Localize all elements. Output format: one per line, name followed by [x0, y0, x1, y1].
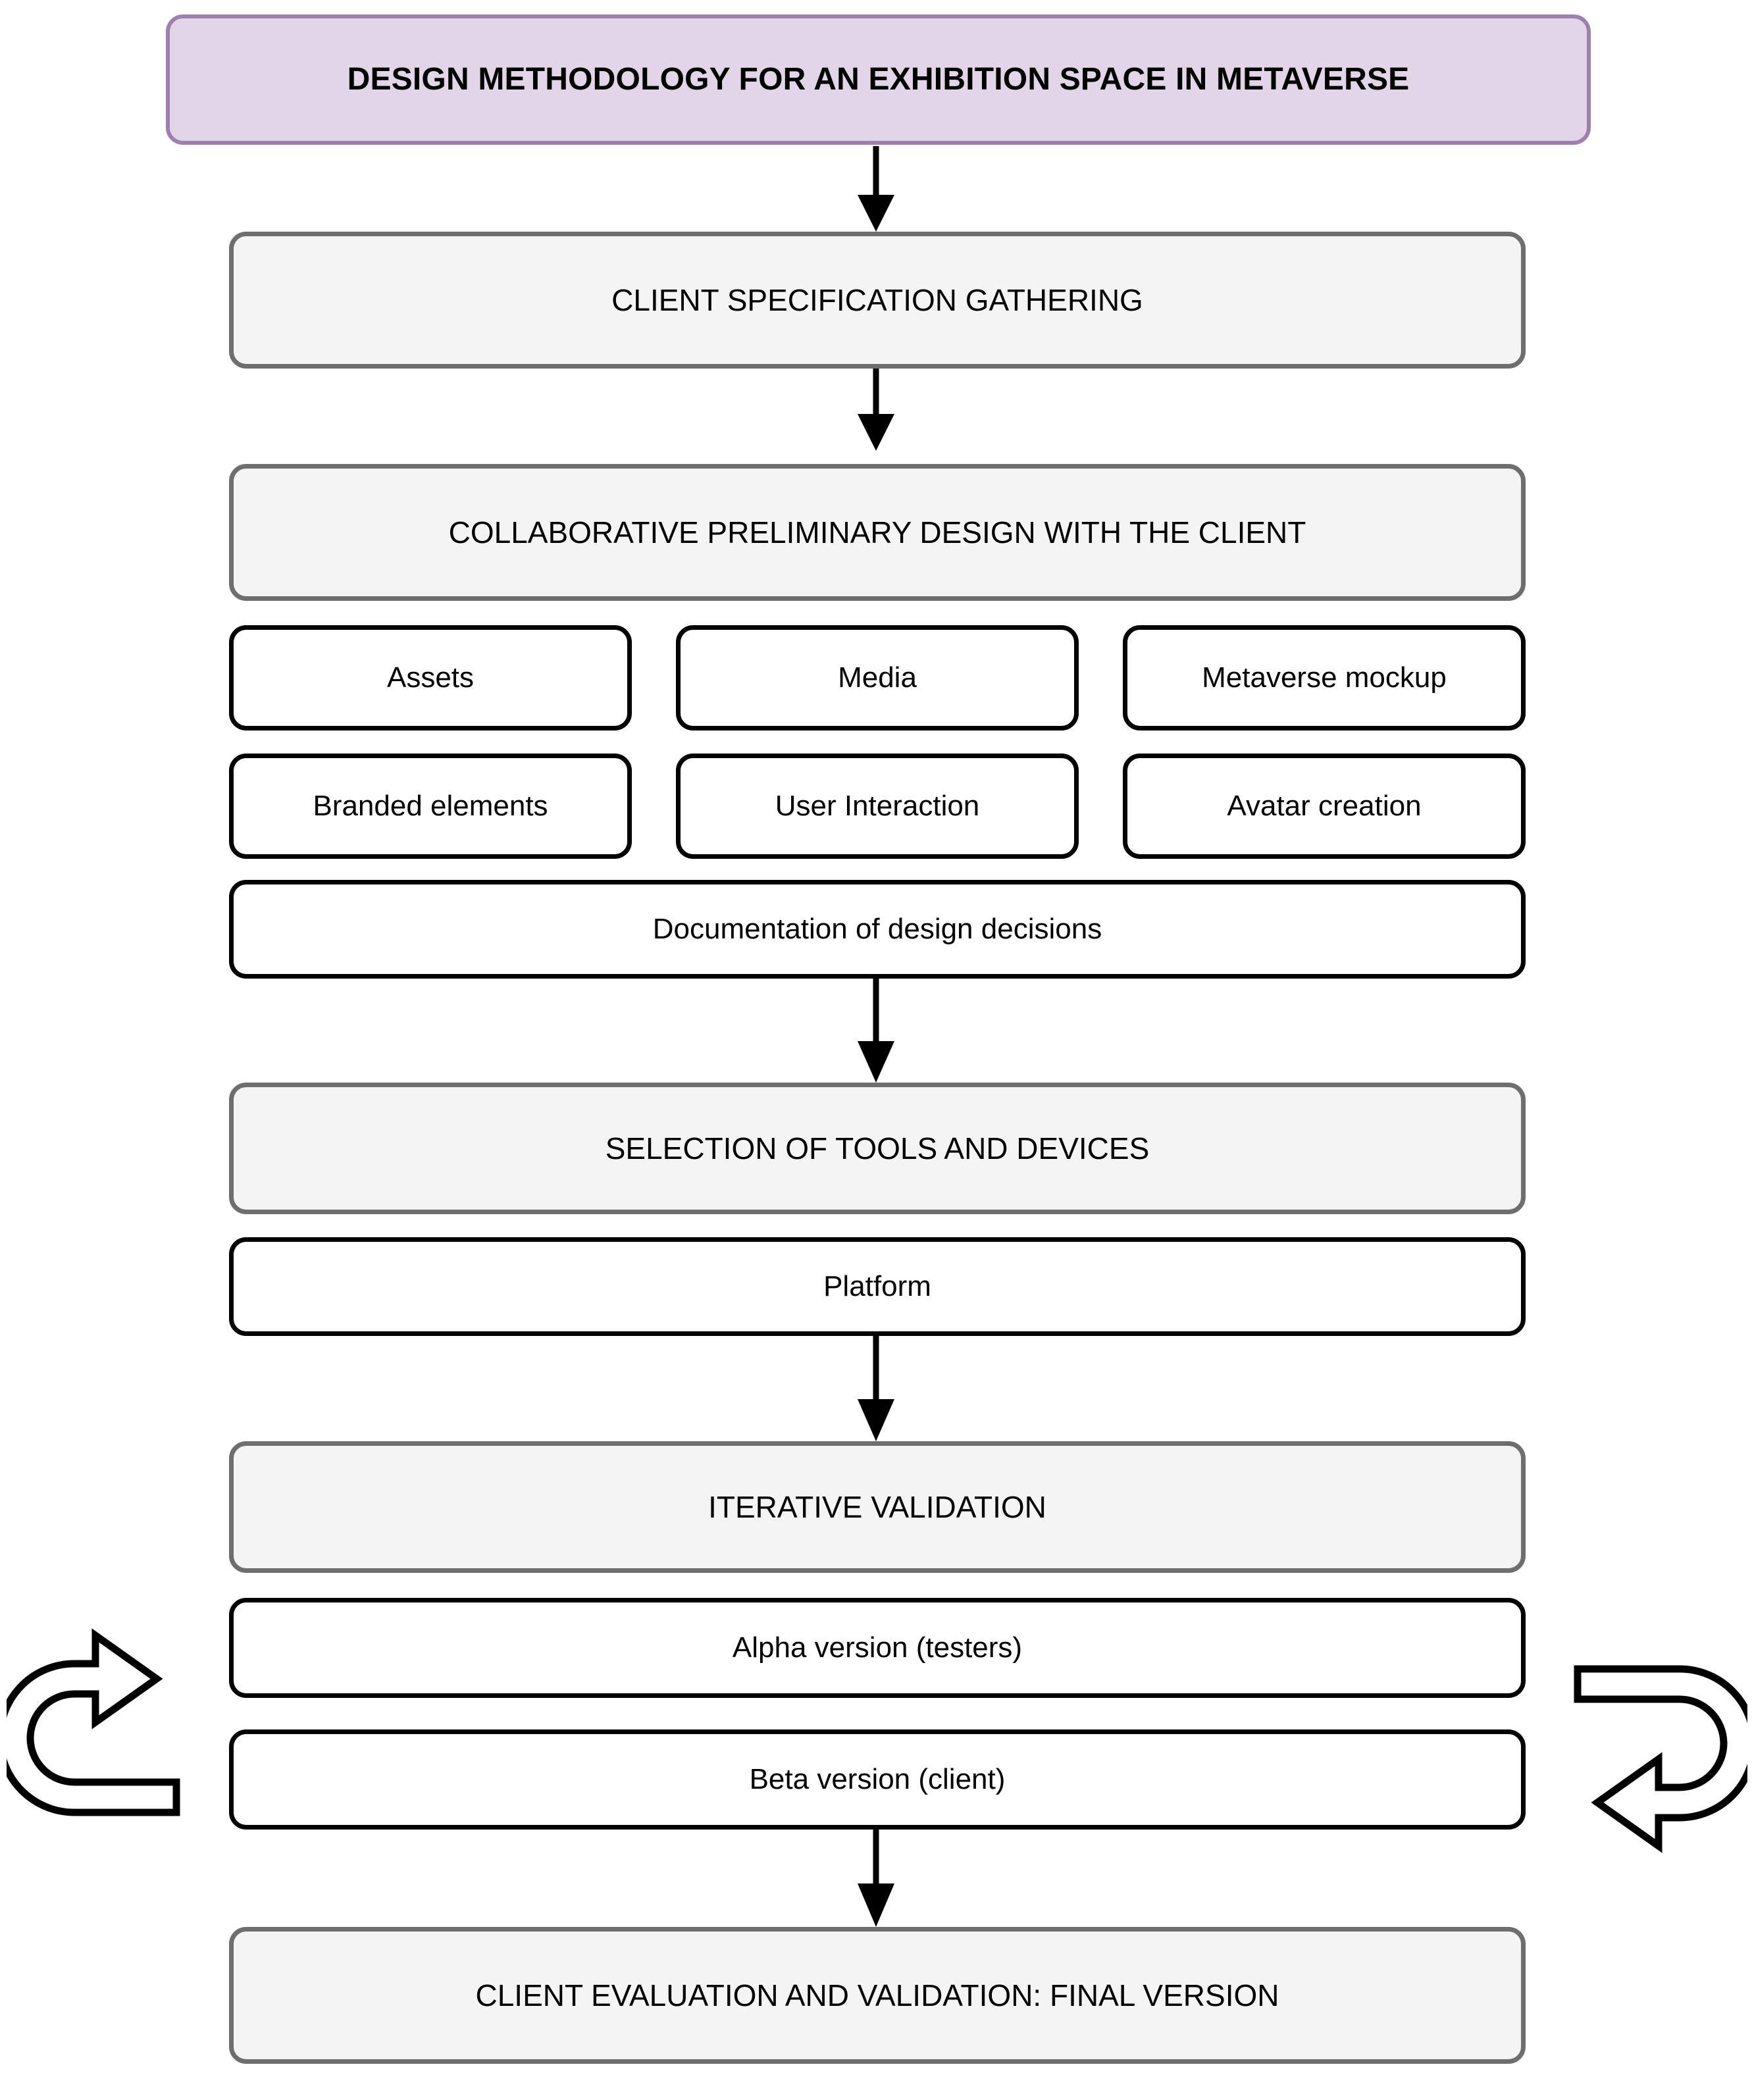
detail-label: Assets: [386, 661, 475, 694]
stage-label: COLLABORATIVE PRELIMINARY DESIGN WITH TH…: [448, 515, 1306, 550]
detail-box-documentation-of-design-decisions: Documentation of design decisions: [229, 880, 1526, 979]
detail-box-beta-version: Beta version (client): [229, 1729, 1526, 1830]
stage-box-client-evaluation-final-version: CLIENT EVALUATION AND VALIDATION: FINAL …: [229, 1927, 1526, 2064]
detail-box-assets: Assets: [229, 625, 632, 730]
detail-box-metaverse-mockup: Metaverse mockup: [1123, 625, 1526, 730]
stage-box-client-specification-gathering: CLIENT SPECIFICATION GATHERING: [229, 232, 1526, 369]
arrow-platform-to-iterative-validation: [858, 1335, 894, 1441]
detail-label: Alpha version (testers): [732, 1631, 1023, 1664]
detail-label: Avatar creation: [1227, 789, 1422, 822]
diagram-title-text: DESIGN METHODOLOGY FOR AN EXHIBITION SPA…: [347, 62, 1410, 97]
detail-box-user-interaction: User Interaction: [676, 754, 1079, 859]
stage-box-collaborative-preliminary-design: COLLABORATIVE PRELIMINARY DESIGN WITH TH…: [229, 464, 1526, 601]
stage-label: CLIENT SPECIFICATION GATHERING: [611, 282, 1143, 317]
loop-arrow-left-icon: [7, 1628, 180, 1816]
arrow-documentation-to-selection: [858, 975, 894, 1083]
detail-box-alpha-version: Alpha version (testers): [229, 1598, 1526, 1698]
loop-arrow-right-icon: [1574, 1665, 1747, 1853]
arrow-title-to-client-specification: [858, 146, 894, 232]
arrow-beta-to-client-evaluation: [858, 1830, 894, 1927]
detail-label: User Interaction: [775, 789, 980, 822]
arrow-client-specification-to-collaborative: [858, 369, 894, 451]
detail-label: Media: [838, 661, 917, 694]
detail-label: Beta version (client): [749, 1762, 1006, 1795]
diagram-title-box: DESIGN METHODOLOGY FOR AN EXHIBITION SPA…: [166, 14, 1591, 145]
flowchart-canvas: DESIGN METHODOLOGY FOR AN EXHIBITION SPA…: [0, 0, 1752, 2100]
stage-label: SELECTION OF TOOLS AND DEVICES: [605, 1131, 1150, 1165]
stage-box-iterative-validation: ITERATIVE VALIDATION: [229, 1441, 1526, 1573]
detail-box-platform: Platform: [229, 1237, 1526, 1336]
stage-box-selection-of-tools-and-devices: SELECTION OF TOOLS AND DEVICES: [229, 1083, 1526, 1214]
detail-label: Platform: [823, 1269, 931, 1302]
stage-label: ITERATIVE VALIDATION: [708, 1489, 1046, 1524]
detail-box-media: Media: [676, 625, 1079, 730]
detail-label: Branded elements: [313, 789, 548, 822]
stage-label: CLIENT EVALUATION AND VALIDATION: FINAL …: [475, 1978, 1279, 2012]
detail-box-branded-elements: Branded elements: [229, 754, 632, 859]
detail-label: Metaverse mockup: [1202, 661, 1447, 694]
detail-box-avatar-creation: Avatar creation: [1123, 754, 1526, 859]
detail-label: Documentation of design decisions: [652, 912, 1102, 945]
